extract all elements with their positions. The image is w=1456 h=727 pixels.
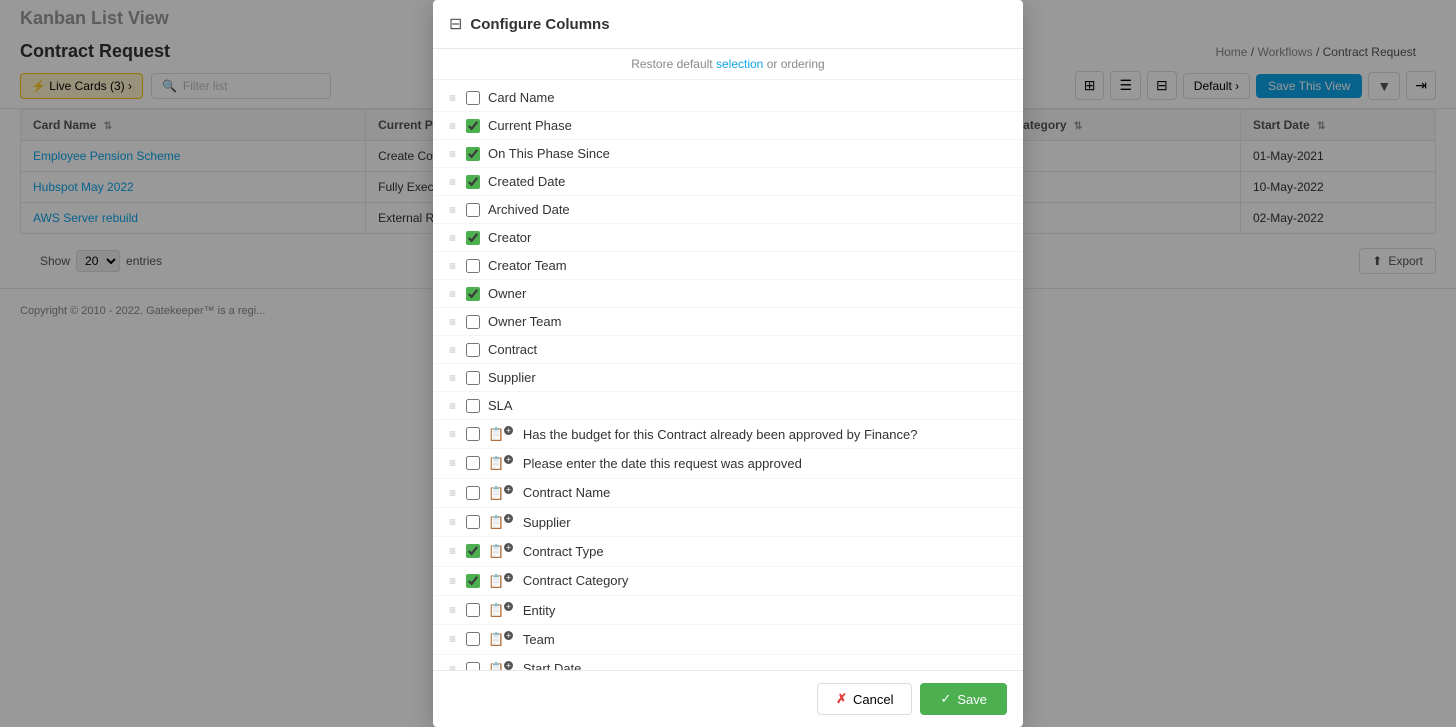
drag-handle[interactable]: ≡ — [449, 544, 456, 558]
save-button[interactable]: ✓ Save — [920, 683, 1007, 715]
restore-suffix: or ordering — [767, 57, 825, 71]
col-checkbox-contract-name[interactable] — [466, 486, 480, 500]
col-checkbox-team[interactable] — [466, 632, 480, 646]
drag-handle[interactable]: ≡ — [449, 287, 456, 301]
drag-handle[interactable]: ≡ — [449, 147, 456, 161]
col-item-owner-team: ≡ Owner Team — [433, 308, 1023, 336]
drag-handle[interactable]: ≡ — [449, 662, 456, 670]
col-item-contract-name: ≡ 📋+ Contract Name — [433, 479, 1023, 508]
col-checkbox-creator[interactable] — [466, 231, 480, 245]
col-item-created-date: ≡ Created Date — [433, 168, 1023, 196]
book-badge-icon-8: 📋+ — [488, 631, 513, 647]
drag-handle[interactable]: ≡ — [449, 91, 456, 105]
col-item-contract: ≡ Contract — [433, 336, 1023, 364]
col-checkbox-supplier-plain[interactable] — [466, 371, 480, 385]
col-item-date-approved: ≡ 📋+ Please enter the date this request … — [433, 449, 1023, 478]
columns-list: ≡ Card Name ≡ Current Phase ≡ On This Ph… — [433, 80, 1023, 670]
cancel-label: Cancel — [853, 692, 893, 707]
col-checkbox-created-date[interactable] — [466, 175, 480, 189]
col-checkbox-contract-category[interactable] — [466, 574, 480, 588]
drag-handle[interactable]: ≡ — [449, 203, 456, 217]
drag-handle[interactable]: ≡ — [449, 486, 456, 500]
modal-overlay: ⊟ Configure Columns Restore default sele… — [0, 0, 1456, 727]
book-badge-icon-2: 📋+ — [488, 455, 513, 471]
col-checkbox-owner-team[interactable] — [466, 315, 480, 329]
col-checkbox-supplier-badge[interactable] — [466, 515, 480, 529]
col-item-team: ≡ 📋+ Team — [433, 625, 1023, 654]
col-checkbox-card-name[interactable] — [466, 91, 480, 105]
col-item-contract-category: ≡ 📋+ Contract Category — [433, 567, 1023, 596]
col-checkbox-sla[interactable] — [466, 399, 480, 413]
col-checkbox-budget[interactable] — [466, 427, 480, 441]
col-item-supplier-badge: ≡ 📋+ Supplier — [433, 508, 1023, 537]
book-badge-icon-6: 📋+ — [488, 573, 513, 589]
drag-handle[interactable]: ≡ — [449, 231, 456, 245]
configure-columns-modal: ⊟ Configure Columns Restore default sele… — [433, 0, 1023, 727]
restore-selection-link[interactable]: selection — [716, 57, 763, 71]
col-item-current-phase: ≡ Current Phase — [433, 112, 1023, 140]
drag-handle[interactable]: ≡ — [449, 515, 456, 529]
col-item-supplier-plain: ≡ Supplier — [433, 364, 1023, 392]
col-item-budget: ≡ 📋+ Has the budget for this Contract al… — [433, 420, 1023, 449]
col-checkbox-contract-type[interactable] — [466, 544, 480, 558]
col-checkbox-contract[interactable] — [466, 343, 480, 357]
modal-title: Configure Columns — [470, 16, 609, 33]
col-item-card-name: ≡ Card Name — [433, 84, 1023, 112]
save-label: Save — [957, 692, 987, 707]
drag-handle[interactable]: ≡ — [449, 632, 456, 646]
col-item-creator: ≡ Creator — [433, 224, 1023, 252]
col-checkbox-start-date[interactable] — [466, 662, 480, 670]
col-item-start-date: ≡ 📋+ Start Date — [433, 655, 1023, 670]
col-checkbox-current-phase[interactable] — [466, 119, 480, 133]
drag-handle[interactable]: ≡ — [449, 315, 456, 329]
drag-handle[interactable]: ≡ — [449, 456, 456, 470]
check-icon: ✓ — [940, 691, 951, 707]
drag-handle[interactable]: ≡ — [449, 427, 456, 441]
col-checkbox-creator-team[interactable] — [466, 259, 480, 273]
book-badge-icon-5: 📋+ — [488, 543, 513, 559]
col-item-owner: ≡ Owner — [433, 280, 1023, 308]
col-item-sla: ≡ SLA — [433, 392, 1023, 420]
col-item-entity: ≡ 📋+ Entity — [433, 596, 1023, 625]
drag-handle[interactable]: ≡ — [449, 259, 456, 273]
drag-handle[interactable]: ≡ — [449, 343, 456, 357]
col-checkbox-archived-date[interactable] — [466, 203, 480, 217]
drag-handle[interactable]: ≡ — [449, 399, 456, 413]
col-checkbox-date-approved[interactable] — [466, 456, 480, 470]
book-badge-icon-9: 📋+ — [488, 661, 513, 670]
col-item-archived-date: ≡ Archived Date — [433, 196, 1023, 224]
drag-handle[interactable]: ≡ — [449, 119, 456, 133]
col-checkbox-owner[interactable] — [466, 287, 480, 301]
drag-handle[interactable]: ≡ — [449, 603, 456, 617]
columns-icon: ⊟ — [449, 14, 462, 34]
book-badge-icon: 📋+ — [488, 426, 513, 442]
book-badge-icon-4: 📋+ — [488, 514, 513, 530]
restore-bar: Restore default selection or ordering — [433, 49, 1023, 80]
cancel-button[interactable]: ✗ Cancel — [817, 683, 912, 715]
col-checkbox-entity[interactable] — [466, 603, 480, 617]
modal-footer: ✗ Cancel ✓ Save — [433, 670, 1023, 727]
col-item-creator-team: ≡ Creator Team — [433, 252, 1023, 280]
book-badge-icon-3: 📋+ — [488, 485, 513, 501]
restore-text: Restore default — [631, 57, 712, 71]
drag-handle[interactable]: ≡ — [449, 371, 456, 385]
x-icon: ✗ — [836, 691, 847, 707]
col-checkbox-on-phase[interactable] — [466, 147, 480, 161]
drag-handle[interactable]: ≡ — [449, 175, 456, 189]
col-item-on-this-phase: ≡ On This Phase Since — [433, 140, 1023, 168]
col-item-contract-type: ≡ 📋+ Contract Type — [433, 537, 1023, 566]
drag-handle[interactable]: ≡ — [449, 574, 456, 588]
book-badge-icon-7: 📋+ — [488, 602, 513, 618]
